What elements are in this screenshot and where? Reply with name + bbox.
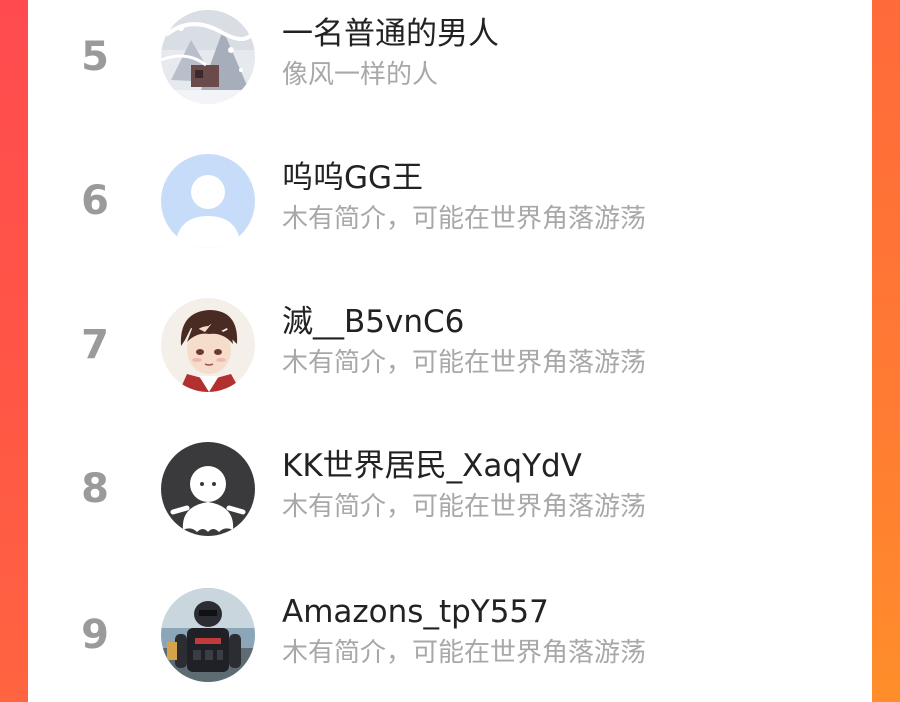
left-background-edge	[0, 0, 28, 702]
rank-number: 9	[81, 612, 109, 658]
user-bio: 木有简介，可能在世界角落游荡	[282, 638, 647, 668]
ranking-row-7[interactable]: 7 滅__B5vnC6 木有简介，可能在世界角落游荡	[28, 288, 872, 398]
ghost-figure-avatar-icon[interactable]	[161, 442, 255, 536]
user-bio: 像风一样的人	[282, 60, 439, 90]
rank-number: 6	[81, 178, 109, 224]
user-name[interactable]: Amazons_tpY557	[282, 592, 549, 632]
user-bio: 木有简介，可能在世界角落游荡	[282, 492, 647, 522]
armored-figure-avatar-icon[interactable]	[161, 588, 255, 682]
user-name[interactable]: 滅__B5vnC6	[282, 302, 464, 342]
user-bio: 木有简介，可能在世界角落游荡	[282, 204, 647, 234]
ranking-row-9[interactable]: 9 Amazons_tpY557 木有简介，可能在世界角落游荡	[28, 578, 872, 688]
user-name[interactable]: KK世界居民_XaqYdV	[282, 446, 582, 486]
anime-boy-avatar-icon[interactable]	[161, 298, 255, 392]
rank-number: 7	[81, 322, 109, 368]
user-name[interactable]: 一名普通的男人	[282, 14, 499, 54]
ranking-panel: 5 一名普通的男人 像风一样的人 6 呜呜GG王 木有简介，可能在世界角落游荡 …	[28, 0, 872, 702]
user-name[interactable]: 呜呜GG王	[282, 158, 423, 198]
rank-number: 5	[81, 34, 109, 80]
user-bio: 木有简介，可能在世界角落游荡	[282, 348, 647, 378]
snow-scene-avatar-icon[interactable]	[161, 10, 255, 104]
ranking-row-6[interactable]: 6 呜呜GG王 木有简介，可能在世界角落游荡	[28, 144, 872, 254]
right-background-edge	[872, 0, 900, 702]
rank-number: 8	[81, 466, 109, 512]
ranking-row-8[interactable]: 8 KK世界居民_XaqYdV 木有简介，可能在世界角落游荡	[28, 432, 872, 542]
ranking-row-5[interactable]: 5 一名普通的男人 像风一样的人	[28, 0, 872, 110]
default-user-avatar-icon[interactable]	[161, 154, 255, 248]
